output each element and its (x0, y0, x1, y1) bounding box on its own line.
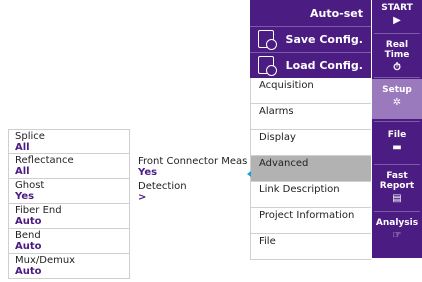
analysis-icon: ☞ (392, 230, 402, 241)
save-config-label: Save Config. (285, 32, 363, 46)
right-sidebar: START ▶ Real Time ⏱ Setup ✲ File ▬ Fast … (372, 0, 422, 258)
param-value: Yes (138, 167, 158, 178)
param-value: Auto (15, 216, 42, 227)
otdr-setup-screen: Splice All Reflectance All Ghost Yes Fib… (0, 0, 422, 282)
param-label: Reflectance (15, 155, 74, 166)
fast-report-button[interactable]: Fast Report ▤ (372, 167, 422, 211)
menu-item-acquisition[interactable]: Acquisition (250, 78, 371, 104)
start-button[interactable]: START ▶ (372, 0, 422, 30)
param-bend[interactable]: Bend Auto (8, 229, 130, 254)
divider (374, 121, 420, 122)
report-label-2: Report (379, 181, 415, 191)
param-label: Bend (15, 230, 41, 241)
menu-item-display[interactable]: Display (250, 130, 371, 156)
setup-label: Setup (382, 85, 412, 95)
file-button[interactable]: File ▬ (372, 124, 422, 160)
divider (374, 33, 420, 34)
load-config-label: Load Config. (285, 58, 363, 72)
save-config-button[interactable]: Save Config. (250, 26, 371, 52)
realtime-label-2: Time (384, 50, 410, 60)
param-value: Auto (15, 241, 42, 252)
selection-arrow-icon (247, 171, 251, 177)
start-label: START (381, 3, 413, 13)
divider (374, 164, 420, 165)
param-value: All (15, 142, 30, 153)
menu-item-link-description[interactable]: Link Description (250, 182, 371, 208)
param-label: Front Connector Meas (138, 156, 248, 167)
param-label: Splice (15, 131, 45, 142)
report-icon: ▤ (392, 193, 402, 204)
config-menu: Auto-set Save Config. Load Config. (250, 0, 371, 78)
load-config-button[interactable]: Load Config. (250, 52, 371, 78)
save-config-icon (258, 30, 277, 50)
menu-item-advanced[interactable]: Advanced (250, 156, 371, 182)
param-ghost[interactable]: Ghost Yes (8, 179, 130, 204)
param-reflectance[interactable]: Reflectance All (8, 154, 130, 179)
realtime-label-1: Real (385, 40, 409, 50)
menu-item-alarms[interactable]: Alarms (250, 104, 371, 130)
analysis-button[interactable]: Analysis ☞ (372, 214, 422, 254)
param-label: Ghost (15, 180, 45, 191)
param-value: Yes (15, 191, 35, 202)
timer-icon: ⏱ (393, 62, 401, 73)
menu-item-file[interactable]: File (250, 234, 371, 260)
advanced-params: Front Connector Meas Yes Detection > (130, 155, 249, 205)
report-label-1: Fast (386, 171, 408, 181)
event-detection-params: Splice All Reflectance All Ghost Yes Fib… (8, 129, 130, 279)
realtime-button[interactable]: Real Time ⏱ (372, 36, 422, 76)
param-label: Mux/Demux (15, 255, 76, 266)
param-mux-demux[interactable]: Mux/Demux Auto (8, 254, 130, 279)
param-splice[interactable]: Splice All (8, 129, 130, 154)
param-fiber-end[interactable]: Fiber End Auto (8, 204, 130, 229)
param-label: Fiber End (15, 205, 62, 216)
autoset-button[interactable]: Auto-set (250, 0, 371, 26)
param-label: Detection (138, 181, 187, 192)
gear-icon: ✲ (392, 97, 402, 108)
autoset-label: Auto-set (310, 6, 363, 20)
param-value: Auto (15, 266, 42, 277)
analysis-label: Analysis (375, 218, 419, 228)
load-config-icon (258, 56, 277, 76)
param-detection[interactable]: Detection > (130, 180, 249, 205)
file-label: File (387, 130, 407, 140)
play-icon: ▶ (393, 15, 401, 26)
divider (374, 211, 420, 212)
setup-button[interactable]: Setup ✲ (372, 79, 422, 119)
param-value: > (138, 192, 147, 203)
param-value: All (15, 166, 30, 177)
menu-item-project-information[interactable]: Project Information (250, 208, 371, 234)
folder-icon: ▬ (392, 142, 402, 153)
setup-menu-list: Acquisition Alarms Display Advanced Link… (250, 78, 371, 260)
param-front-connector-meas[interactable]: Front Connector Meas Yes (130, 155, 249, 180)
divider (374, 77, 420, 78)
